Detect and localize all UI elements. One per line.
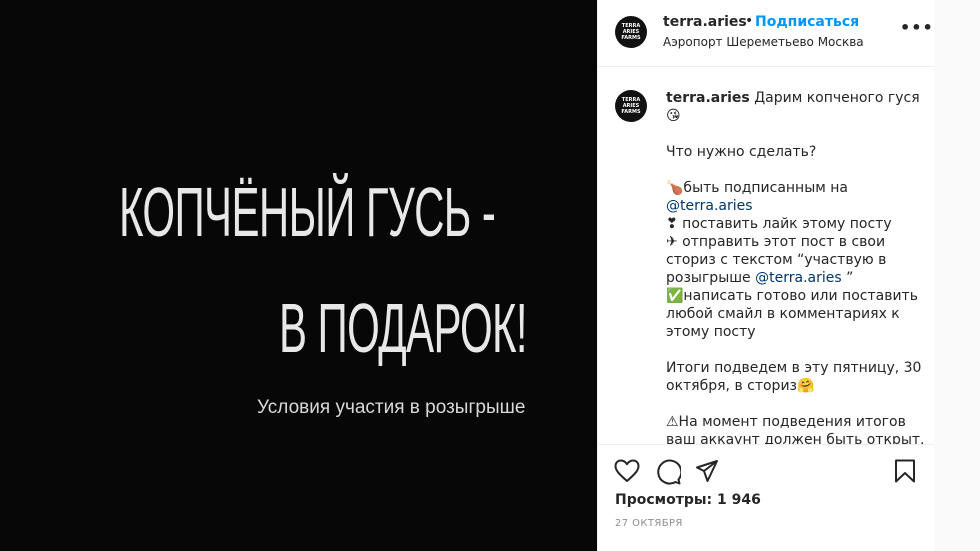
- post-side-panel: TERRA ARIES FARMS terra.aries • Подписат…: [597, 0, 935, 551]
- heart-icon[interactable]: [614, 459, 640, 483]
- mention-link[interactable]: @terra.aries: [755, 270, 842, 286]
- bookmark-icon[interactable]: [894, 459, 916, 483]
- caption-step2: ❣ поставить лайк этому посту: [666, 216, 892, 232]
- caption-results-a: Итоги подведем в эту пятницу, 30: [666, 360, 922, 376]
- caption-warning-a: ⚠На момент подведения итогов: [666, 414, 906, 430]
- caption-step1: 🍗быть подписанным на: [666, 180, 849, 196]
- separator-dot: •: [745, 13, 754, 29]
- caption-results-b: октября, в сториз🤗: [666, 378, 815, 394]
- media-subtitle: Условия участия в розыгрыше: [257, 397, 526, 418]
- post-actions: Просмотры: 1 946 27 ОКТЯБРЯ: [598, 444, 935, 551]
- caption-step4-a: ✅написать готово или поставить: [666, 288, 918, 304]
- media-headline-line1: КОПЧЁНЫЙ ГУСЬ -: [119, 173, 496, 251]
- caption-step4-b: любой смайл в комментариях к: [666, 306, 900, 322]
- page-gutter: [934, 0, 980, 551]
- post-date[interactable]: 27 ОКТЯБРЯ: [615, 518, 683, 529]
- caption-step3-b: сториз с текстом “участвую в: [666, 252, 887, 268]
- caption-step3-a: ✈ отправить этот пост в свои: [666, 234, 886, 250]
- caption-section: TERRA ARIES FARMS terra.aries Дарим копч…: [598, 68, 935, 444]
- more-options-icon[interactable]: •••: [900, 18, 934, 37]
- caption-avatar[interactable]: TERRA ARIES FARMS: [615, 90, 647, 122]
- caption-text: terra.aries Дарим копченого гуся😘 Что ну…: [666, 89, 928, 444]
- media-headline-line2: В ПОДАРОК!: [279, 289, 528, 367]
- header-username[interactable]: terra.aries: [663, 14, 747, 30]
- avatar[interactable]: TERRA ARIES FARMS: [615, 16, 647, 48]
- post-media[interactable]: КОПЧЁНЫЙ ГУСЬ - В ПОДАРОК! Условия участ…: [0, 0, 597, 551]
- location-link[interactable]: Аэропорт Шереметьево Москва: [663, 35, 864, 49]
- caption-username[interactable]: terra.aries: [666, 90, 750, 106]
- comment-icon[interactable]: [655, 459, 681, 485]
- views-count[interactable]: Просмотры: 1 946: [615, 492, 761, 508]
- follow-button[interactable]: Подписаться: [755, 14, 859, 30]
- caption-step3-quote: ”: [846, 270, 854, 286]
- caption-step4-c: этому посту: [666, 324, 756, 340]
- post-header: TERRA ARIES FARMS terra.aries • Подписат…: [598, 0, 935, 67]
- paper-plane-icon[interactable]: [695, 459, 719, 483]
- mention-link[interactable]: @terra.aries: [666, 198, 753, 214]
- caption-question: Что нужно сделать?: [666, 144, 817, 160]
- caption-warning-b: ваш аккаунт должен быть открыт.: [666, 432, 925, 444]
- caption-step3-c: розыгрыше: [666, 270, 751, 286]
